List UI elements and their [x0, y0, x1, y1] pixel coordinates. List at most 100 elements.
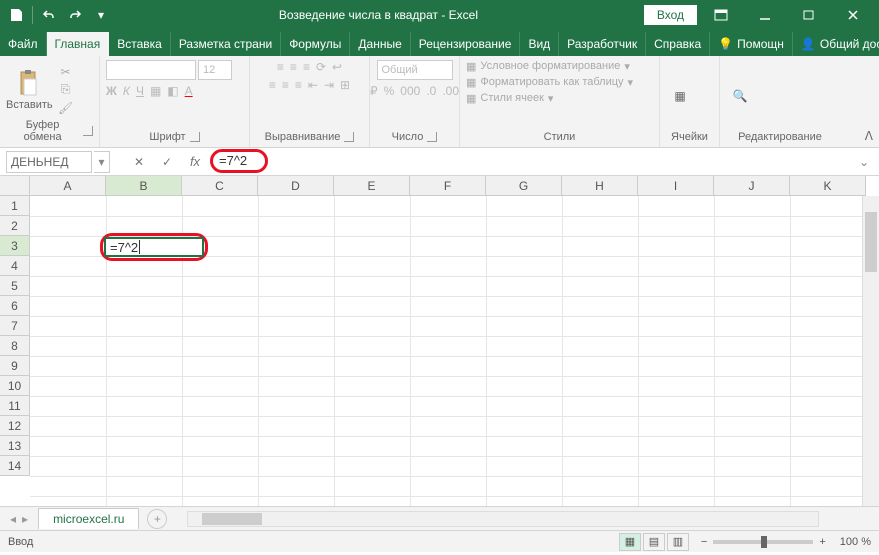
ribbon-display-options-icon[interactable] [701, 0, 741, 30]
column-header-J[interactable]: J [714, 176, 790, 196]
normal-view-icon[interactable]: ▦ [619, 533, 641, 551]
tab-help[interactable]: Справка [646, 32, 710, 56]
column-header-D[interactable]: D [258, 176, 334, 196]
tab-home[interactable]: Главная [47, 32, 110, 56]
expand-formula-bar-icon[interactable]: ⌄ [855, 155, 873, 169]
row-header-11[interactable]: 11 [0, 396, 30, 416]
column-header-G[interactable]: G [486, 176, 562, 196]
comma-icon[interactable]: 000 [400, 84, 420, 98]
insert-function-icon[interactable]: fx [182, 151, 208, 173]
decrease-decimal-icon[interactable]: .00 [442, 84, 459, 98]
sheet-tab[interactable]: microexcel.ru [38, 508, 139, 529]
row-header-8[interactable]: 8 [0, 336, 30, 356]
row-header-10[interactable]: 10 [0, 376, 30, 396]
border-icon[interactable]: ▦ [150, 84, 161, 98]
vertical-scrollbar[interactable] [862, 196, 879, 506]
copy-icon[interactable]: ⎘ [57, 82, 75, 98]
row-header-2[interactable]: 2 [0, 216, 30, 236]
row-header-3[interactable]: 3 [0, 236, 30, 256]
font-size-combo[interactable]: 12 [198, 60, 232, 80]
format-as-table-button[interactable]: ▦Форматировать как таблицу▾ [466, 76, 633, 89]
zoom-slider[interactable] [713, 540, 813, 544]
row-header-4[interactable]: 4 [0, 256, 30, 276]
percent-icon[interactable]: % [384, 84, 395, 98]
column-header-A[interactable]: A [30, 176, 106, 196]
cell-styles-button[interactable]: ▦Стили ячеек▾ [466, 92, 553, 105]
tab-data[interactable]: Данные [350, 32, 410, 56]
column-header-C[interactable]: C [182, 176, 258, 196]
conditional-formatting-button[interactable]: ▦Условное форматирование▾ [466, 60, 630, 73]
select-all-corner[interactable] [0, 176, 30, 196]
number-dialog-launcher[interactable] [427, 132, 437, 142]
page-break-view-icon[interactable]: ▥ [667, 533, 689, 551]
new-sheet-icon[interactable]: + [147, 509, 167, 529]
tab-file[interactable]: Файл [0, 32, 47, 56]
align-bottom-icon[interactable]: ≡ [303, 60, 310, 74]
zoom-out-icon[interactable]: − [701, 536, 707, 548]
row-header-7[interactable]: 7 [0, 316, 30, 336]
share-button[interactable]: 👤Общий доступ [793, 32, 879, 56]
merge-icon[interactable]: ⊞ [340, 78, 350, 92]
close-icon[interactable] [833, 0, 873, 30]
active-cell[interactable]: =7^2 [104, 237, 204, 257]
name-box[interactable]: ДЕНЬНЕД [6, 151, 92, 173]
row-header-5[interactable]: 5 [0, 276, 30, 296]
row-header-14[interactable]: 14 [0, 456, 30, 476]
cells-area[interactable]: =7^2 [30, 196, 879, 506]
cancel-formula-icon[interactable]: ✕ [126, 151, 152, 173]
tab-page-layout[interactable]: Разметка страни [171, 32, 281, 56]
increase-indent-icon[interactable]: ⇥ [324, 78, 334, 92]
tab-developer[interactable]: Разработчик [559, 32, 646, 56]
align-left-icon[interactable]: ≡ [269, 78, 276, 92]
accounting-icon[interactable]: ₽ [370, 84, 378, 98]
row-header-6[interactable]: 6 [0, 296, 30, 316]
tab-review[interactable]: Рецензирование [411, 32, 521, 56]
number-format-combo[interactable]: Общий [377, 60, 453, 80]
align-middle-icon[interactable]: ≡ [290, 60, 297, 74]
zoom-slider-thumb[interactable] [761, 536, 767, 548]
editing-button[interactable]: 🔍 [726, 82, 754, 110]
row-header-13[interactable]: 13 [0, 436, 30, 456]
italic-icon[interactable]: К [123, 84, 130, 98]
font-name-combo[interactable] [106, 60, 196, 80]
horizontal-scroll-thumb[interactable] [202, 513, 262, 525]
save-icon[interactable] [4, 3, 28, 27]
font-color-icon[interactable]: А [185, 84, 193, 98]
redo-icon[interactable] [63, 3, 87, 27]
column-header-H[interactable]: H [562, 176, 638, 196]
format-painter-icon[interactable]: 🖌 [57, 100, 75, 116]
row-header-1[interactable]: 1 [0, 196, 30, 216]
sheet-prev-icon[interactable]: ◂ [10, 512, 16, 526]
underline-icon[interactable]: Ч [136, 84, 144, 98]
increase-decimal-icon[interactable]: .0 [426, 84, 436, 98]
zoom-in-icon[interactable]: + [819, 536, 825, 548]
alignment-dialog-launcher[interactable] [344, 132, 354, 142]
column-header-I[interactable]: I [638, 176, 714, 196]
column-header-E[interactable]: E [334, 176, 410, 196]
tab-formulas[interactable]: Формулы [281, 32, 350, 56]
sheet-next-icon[interactable]: ▸ [22, 512, 28, 526]
vertical-scroll-thumb[interactable] [865, 212, 877, 272]
collapse-ribbon-icon[interactable]: ᐱ [865, 129, 873, 143]
sign-in-button[interactable]: Вход [644, 5, 697, 25]
tell-me-button[interactable]: 💡Помощн [710, 32, 793, 56]
undo-icon[interactable] [37, 3, 61, 27]
enter-formula-icon[interactable]: ✓ [154, 151, 180, 173]
align-top-icon[interactable]: ≡ [277, 60, 284, 74]
paste-button[interactable]: Вставить [6, 69, 53, 111]
cut-icon[interactable]: ✂ [57, 64, 75, 80]
align-center-icon[interactable]: ≡ [282, 78, 289, 92]
tab-view[interactable]: Вид [520, 32, 559, 56]
bold-icon[interactable]: Ж [106, 84, 117, 98]
column-header-B[interactable]: B [106, 176, 182, 196]
decrease-indent-icon[interactable]: ⇤ [308, 78, 318, 92]
row-header-12[interactable]: 12 [0, 416, 30, 436]
fill-color-icon[interactable]: ◧ [167, 84, 178, 98]
qat-customize-icon[interactable]: ▾ [89, 3, 113, 27]
font-dialog-launcher[interactable] [190, 132, 200, 142]
minimize-icon[interactable] [745, 0, 785, 30]
cells-button[interactable]: ▦ [666, 82, 694, 110]
zoom-percent[interactable]: 100 % [840, 536, 871, 548]
clipboard-dialog-launcher[interactable] [83, 126, 93, 136]
page-layout-view-icon[interactable]: ▤ [643, 533, 665, 551]
